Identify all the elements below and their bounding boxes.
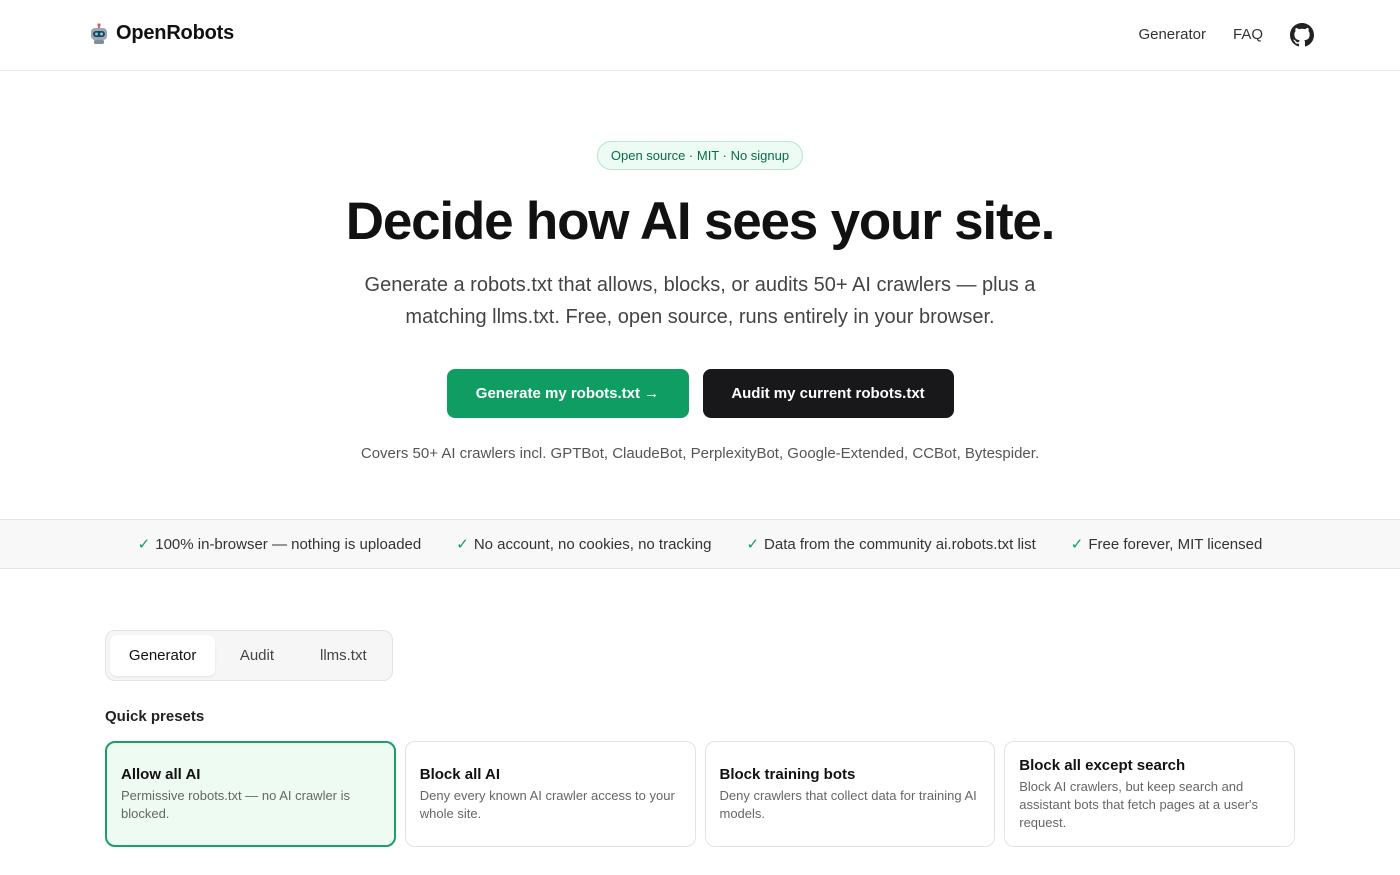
preset-block-all-ai[interactable]: Block all AI Deny every known AI crawler… — [404, 741, 696, 847]
tab-generator[interactable]: Generator — [110, 635, 216, 676]
crawler-coverage-text: Covers 50+ AI crawlers incl. GPTBot, Cla… — [360, 445, 1040, 462]
preset-description: Deny every known AI crawler access to yo… — [419, 787, 675, 821]
check-icon: ✓ — [456, 536, 469, 553]
preset-title: Block training bots — [719, 765, 856, 783]
preset-description: Permissive robots.txt — no AI crawler is… — [121, 787, 351, 821]
cta-row: Generate my robots.txt → Audit my curren… — [0, 369, 1400, 418]
mode-tabs: Generator Audit llms.txt — [105, 630, 393, 681]
preset-block-all-except-search[interactable]: Block all except search Block AI crawler… — [1004, 741, 1295, 847]
generate-robots-button[interactable]: Generate my robots.txt → — [446, 369, 689, 418]
preset-title: Allow all AI — [121, 765, 201, 783]
trust-item-label: Free forever, MIT licensed — [1088, 535, 1263, 553]
preset-title: Block all AI — [419, 765, 501, 783]
brand-name: OpenRobots — [116, 22, 234, 44]
tab-audit[interactable]: Audit — [219, 635, 294, 676]
check-icon: ✓ — [137, 536, 151, 553]
nav-link-faq[interactable]: FAQ — [1233, 22, 1263, 48]
github-icon — [1290, 23, 1314, 47]
trust-item-label: No account, no cookies, no tracking — [473, 535, 712, 553]
preset-block-training-bots[interactable]: Block training bots Deny crawlers that c… — [704, 741, 996, 847]
open-source-badge: Open source · MIT · No signup — [596, 141, 804, 170]
top-navbar: OpenRobots Generator FAQ — [0, 0, 1400, 71]
trust-item: ✓ Free forever, MIT licensed — [1070, 535, 1263, 554]
trust-bar: ✓ 100% in-browser — nothing is uploaded … — [0, 519, 1400, 569]
tab-llms-txt[interactable]: llms.txt — [299, 635, 388, 676]
preset-description: Block AI crawlers, but keep search and a… — [1019, 778, 1259, 830]
brand-link[interactable]: OpenRobots — [88, 22, 234, 45]
preset-allow-all-ai[interactable]: Allow all AI Permissive robots.txt — no … — [105, 741, 396, 847]
hero-title: Decide how AI sees your site. — [345, 192, 1056, 251]
hero-section: Open source · MIT · No signup Decide how… — [0, 71, 1400, 519]
audit-robots-button[interactable]: Audit my current robots.txt — [702, 369, 954, 418]
trust-item: ✓ No account, no cookies, no tracking — [456, 535, 712, 554]
trust-item-label: 100% in-browser — nothing is uploaded — [155, 535, 422, 553]
check-icon: ✓ — [746, 536, 760, 553]
quick-presets-heading: Quick presets — [105, 708, 205, 725]
preset-title: Block all except search — [1019, 756, 1186, 774]
github-link[interactable] — [1290, 23, 1314, 47]
trust-item: ✓ 100% in-browser — nothing is uploaded — [137, 535, 422, 554]
nav-links: Generator FAQ — [1138, 22, 1314, 48]
trust-item: ✓ Data from the community ai.robots.txt … — [746, 535, 1036, 554]
hero-subtitle: Generate a robots.txt that allows, block… — [364, 274, 1036, 328]
preset-list: Allow all AI Permissive robots.txt — no … — [105, 741, 1295, 847]
robot-logo-icon — [88, 22, 110, 45]
trust-item-label: Data from the community ai.robots.txt li… — [764, 535, 1036, 553]
check-icon: ✓ — [1070, 536, 1084, 553]
nav-link-generator[interactable]: Generator — [1138, 22, 1206, 48]
preset-description: Deny crawlers that collect data for trai… — [719, 787, 977, 821]
